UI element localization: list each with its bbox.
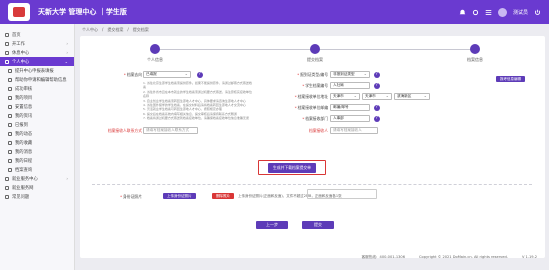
user-icon: [5, 59, 9, 64]
submit-button[interactable]: 提交: [302, 221, 334, 229]
sidebar-item-employment-center[interactable]: 就业服务中心 ›: [0, 174, 74, 183]
university-logo: [8, 3, 30, 21]
folder-icon: [8, 95, 12, 100]
calendar-icon: [8, 158, 12, 163]
chevron-down-icon: ⌄: [64, 59, 68, 64]
photo-preview-box: [307, 189, 377, 199]
archive-method-label: *档案去向: [123, 72, 142, 77]
footer: 客服热线：400-001-1306 Copyright © 2021 DoMai…: [80, 250, 545, 264]
sidebar-item-placement[interactable]: 安置信息: [0, 102, 74, 111]
activity-icon: [8, 131, 12, 136]
upload-photo-button[interactable]: 上传身份证照片: [163, 193, 196, 199]
settings-icon[interactable]: [472, 9, 479, 16]
receiver-label: 档案接收人: [309, 128, 328, 133]
user-name[interactable]: 测试员: [513, 9, 528, 16]
sidebar-item-activity[interactable]: 我的动态: [0, 129, 74, 138]
briefcase-icon: [5, 176, 9, 181]
breadcrumb-current: 提交档案: [132, 27, 149, 32]
receiver-unit-label: *档案接收单位地址: [294, 94, 328, 99]
top-bar: 天新大学 管理中心 ｜学生版 测试员: [0, 0, 549, 24]
help-icon: [8, 77, 12, 82]
breadcrumb: 个人中心 / 提交档案 / 提交档案: [82, 27, 149, 33]
message-icon: [5, 50, 9, 55]
contact-label: 档案接收人联系方式: [107, 128, 142, 133]
prev-step-button[interactable]: 上一步: [256, 221, 288, 229]
star-icon: [8, 140, 12, 145]
sidebar-item-faq[interactable]: 常见问题: [0, 192, 74, 201]
sidebar-item-archive-query[interactable]: 档案查询: [0, 165, 74, 174]
home-icon: [5, 32, 9, 37]
form-icon: [8, 68, 12, 73]
postcode-input[interactable]: 邮编/邮号: [330, 104, 370, 111]
sidebar-item-work[interactable]: 开工作 ›: [0, 39, 74, 48]
globe-icon: [5, 185, 9, 190]
id-type-select[interactable]: 非报到证类型: [330, 71, 370, 78]
breadcrumb-item[interactable]: 提交档案: [107, 27, 123, 33]
menu-icon[interactable]: [485, 9, 492, 16]
breadcrumb-separator: /: [127, 27, 129, 32]
notification-icon[interactable]: [459, 9, 466, 16]
question-icon: [5, 194, 9, 199]
sidebar-item-help-info[interactable]: 帮助你申请和编辑帮助信息: [0, 75, 74, 84]
sidebar-item-personal-center[interactable]: 个人中心 ⌄: [0, 57, 74, 66]
sidebar-item-projects[interactable]: 我的项目: [0, 93, 74, 102]
receiver-input[interactable]: 请填写档案接收人: [330, 127, 378, 134]
delete-photo-button[interactable]: 删除照片: [212, 193, 234, 199]
sidebar-item-home[interactable]: 首页: [0, 30, 74, 39]
receiver-dept-label: *档案接收部门: [302, 116, 328, 121]
student-no-label: *学生档案编号: [302, 83, 328, 88]
chevron-right-icon: ›: [66, 50, 68, 55]
check-icon: [8, 86, 12, 91]
generate-download-button[interactable]: 生成并下载档案提交单: [258, 160, 326, 175]
receiver-dept-input[interactable]: 人事部: [330, 115, 370, 122]
sidebar-item-messages[interactable]: 我的消息: [0, 147, 74, 156]
help-icon[interactable]: [374, 82, 380, 89]
id-photo-label: *身份证照片: [120, 194, 142, 199]
footer-version: V 1.19.2: [521, 255, 537, 259]
sidebar-item-review[interactable]: 成功审核: [0, 84, 74, 93]
chevron-right-icon: ›: [66, 41, 68, 46]
id-type-label: *报到证类型/编号: [297, 72, 328, 77]
sidebar: 首页 开工作 › 休息中心 › 个人中心 ⌄ 提升中心申报表填报 帮助你申请和编辑帮助…: [0, 24, 75, 270]
sidebar-item-employment-web[interactable]: 就业服务网: [0, 183, 74, 192]
help-icon[interactable]: [374, 104, 380, 111]
breadcrumb-item[interactable]: 个人中心: [82, 27, 98, 33]
sidebar-item-application[interactable]: 提升中心申报表填报: [0, 66, 74, 75]
archive-notes: 1. 派往北京生源学生档案须提供原件。如果不能提供原件，请通过邮寄方式寄送档案 …: [143, 81, 252, 121]
news-icon: [8, 113, 12, 118]
sidebar-item-registered[interactable]: 已报到: [0, 120, 74, 129]
sidebar-item-news[interactable]: 我的资讯: [0, 111, 74, 120]
mail-icon: [8, 149, 12, 154]
sidebar-item-schedule[interactable]: 我的日程: [0, 156, 74, 165]
footer-phone: 客服热线：400-001-1306: [361, 254, 405, 259]
help-icon[interactable]: [374, 71, 380, 78]
city-select[interactable]: 天津市: [362, 93, 392, 100]
building-icon: [8, 104, 12, 109]
contact-input[interactable]: 请填写档案接收人联系方式: [143, 127, 198, 134]
province-select[interactable]: 天津市: [330, 93, 360, 100]
flag-icon: [8, 122, 12, 127]
archive-form: *档案去向 已填报 1. 派往北京生源学生档案须提供原件。如果不能提供原件，请通…: [80, 36, 545, 258]
help-icon[interactable]: [197, 71, 203, 78]
help-icon[interactable]: [374, 115, 380, 122]
sidebar-item-rest-center[interactable]: 休息中心 ›: [0, 48, 74, 57]
postcode-label: *档案接收单位邮编: [294, 105, 328, 110]
main-panel: 个人信息 提交档案 档案信息 报考信息编辑 *档案去向 已填报 1. 派往北京生…: [80, 36, 545, 258]
app-title: 天新大学 管理中心 ｜学生版: [38, 8, 127, 16]
top-right-tools: 测试员: [459, 0, 541, 24]
user-avatar[interactable]: [497, 7, 507, 17]
chevron-right-icon: ›: [66, 176, 68, 181]
breadcrumb-separator: /: [102, 27, 104, 32]
search-icon: [8, 167, 12, 172]
work-icon: [5, 41, 9, 46]
sidebar-item-favorites[interactable]: 我的收藏: [0, 138, 74, 147]
archive-method-select[interactable]: 已填报: [143, 71, 191, 78]
district-select[interactable]: 滨海新区: [394, 93, 430, 100]
student-no-input[interactable]: 人社局: [330, 82, 370, 89]
power-icon[interactable]: [534, 9, 541, 16]
footer-copyright: Copyright © 2021 DoMain.cn. All rights r…: [419, 255, 508, 259]
section-divider: [92, 184, 532, 185]
